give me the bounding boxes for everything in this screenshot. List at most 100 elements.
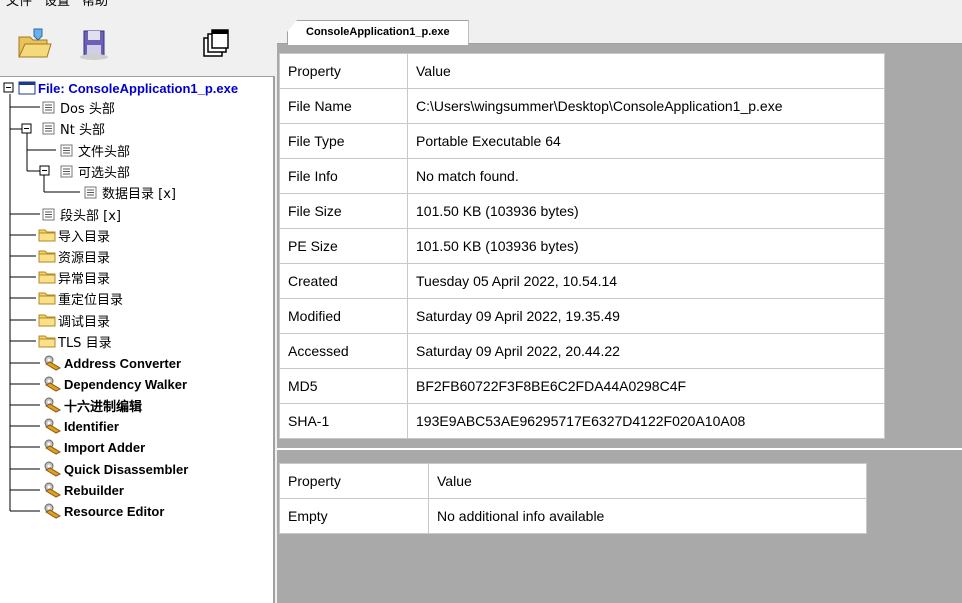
tab-file[interactable]: ConsoleApplication1_p.exe (287, 20, 469, 45)
table-row[interactable]: SHA-1 193E9ABC53AE96295717E6327D4122F020A… (279, 403, 885, 439)
value-cell: 193E9ABC53AE96295717E6327D4122F020A10A08 (407, 403, 885, 439)
table-header-row: Property Value (279, 463, 867, 499)
property-cell: PE Size (279, 228, 408, 264)
table-row[interactable]: File Info No match found. (279, 158, 885, 194)
table-row[interactable]: Accessed Saturday 09 April 2022, 20.44.22 (279, 333, 885, 369)
tab-strip: ConsoleApplication1_p.exe (277, 18, 962, 45)
value-cell: No match found. (407, 158, 885, 194)
folder-icon (38, 228, 56, 242)
menu-file[interactable]: 文件 (6, 0, 32, 11)
tree-item-label: Quick Disassembler (64, 461, 189, 477)
folder-icon (38, 313, 56, 327)
file-properties-table: Property Value File Name C:\Users\wingsum… (279, 53, 885, 439)
tree-item-label: Dependency Walker (64, 376, 188, 392)
property-cell: Empty (279, 498, 429, 534)
value-cell: Portable Executable 64 (407, 123, 885, 159)
tool-icon (42, 438, 62, 456)
save-disk-icon[interactable] (74, 24, 114, 64)
tree-item-debug-directory[interactable]: 调试目录 (38, 310, 110, 330)
tool-icon (42, 375, 62, 393)
table-row[interactable]: Created Tuesday 05 April 2022, 10.54.14 (279, 263, 885, 299)
tree-item-identifier[interactable]: Identifier (42, 416, 119, 436)
tree-item-dependency-walker[interactable]: Dependency Walker (42, 374, 187, 394)
tree-item-label: Rebuilder (64, 482, 124, 498)
tree-item-label: Identifier (64, 418, 119, 434)
table-row[interactable]: MD5 BF2FB60722F3F8BE6C2FDA44A0298C4F (279, 368, 885, 404)
table-row[interactable]: File Type Portable Executable 64 (279, 123, 885, 159)
tree-item-label: 十六进制编辑 (64, 398, 143, 414)
doc-icon (42, 101, 55, 114)
property-cell: File Type (279, 123, 408, 159)
tree-item-file-root[interactable]: File: ConsoleApplication1_p.exe (18, 78, 238, 98)
folder-icon (38, 270, 56, 284)
doc-icon (60, 165, 73, 178)
tree-item-nt-header[interactable]: Nt 头部 (42, 118, 105, 138)
tool-icon (42, 481, 62, 499)
column-header-property[interactable]: Property (279, 463, 429, 499)
table-row[interactable]: Empty No additional info available (279, 498, 867, 534)
window-icon (18, 81, 36, 95)
property-cell: Modified (279, 298, 408, 334)
tree-item-label: 导入目录 (58, 229, 111, 245)
table-row[interactable]: PE Size 101.50 KB (103936 bytes) (279, 228, 885, 264)
tree-item-resource-directory[interactable]: 资源目录 (38, 246, 110, 266)
tree-item-relocation-directory[interactable]: 重定位目录 (38, 288, 123, 308)
menu-help[interactable]: 帮助 (82, 0, 108, 11)
tree-item-dos-header[interactable]: Dos 头部 (42, 97, 115, 117)
table-row[interactable]: Modified Saturday 09 April 2022, 19.35.49 (279, 298, 885, 334)
property-cell: MD5 (279, 368, 408, 404)
tree-item-optional-header[interactable]: 可选头部 (60, 161, 130, 181)
tree-item-section-headers[interactable]: 段头部 [x] (42, 204, 121, 224)
tree-item-hex-editor[interactable]: 十六进制编辑 (42, 395, 142, 415)
tree-item-address-converter[interactable]: Address Converter (42, 353, 181, 373)
value-cell: BF2FB60722F3F8BE6C2FDA44A0298C4F (407, 368, 885, 404)
doc-icon (84, 186, 97, 199)
tree-item-label: Resource Editor (64, 503, 165, 519)
tree-item-rebuilder[interactable]: Rebuilder (42, 480, 124, 500)
property-cell: File Name (279, 88, 408, 124)
property-cell: Accessed (279, 333, 408, 369)
folder-icon (38, 334, 56, 348)
tree-item-resource-editor[interactable]: Resource Editor (42, 501, 164, 521)
table-row[interactable]: File Name C:\Users\wingsummer\Desktop\Con… (279, 88, 885, 124)
toolbar (0, 18, 275, 74)
value-cell: Saturday 09 April 2022, 20.44.22 (407, 333, 885, 369)
file-tree[interactable]: File: ConsoleApplication1_p.exe Dos 头部 N… (0, 76, 275, 603)
column-header-property[interactable]: Property (279, 53, 408, 89)
tree-item-exception-directory[interactable]: 异常目录 (38, 267, 110, 287)
value-cell: Tuesday 05 April 2022, 10.54.14 (407, 263, 885, 299)
tree-item-import-directory[interactable]: 导入目录 (38, 225, 110, 245)
tree-item-data-directories[interactable]: 数据目录 [x] (84, 182, 176, 202)
tree-item-label: Address Converter (64, 355, 182, 371)
value-cell: 101.50 KB (103936 bytes) (407, 193, 885, 229)
tree-item-label: 异常目录 (58, 271, 111, 287)
tree-item-tls-directory[interactable]: TLS 目录 (38, 331, 112, 351)
tree-item-label: 重定位目录 (58, 292, 124, 308)
tree-item-label: 段头部 [x] (60, 208, 121, 224)
tree-item-label: 资源目录 (58, 250, 111, 266)
tree-item-label: 调试目录 (58, 314, 111, 330)
tree-item-label: 文件头部 (78, 144, 131, 160)
doc-icon (42, 208, 55, 221)
tree-item-label: 数据目录 [x] (102, 186, 176, 202)
tool-icon (42, 354, 62, 372)
tree-item-label: File: ConsoleApplication1_p.exe (38, 80, 239, 96)
doc-icon (42, 122, 55, 135)
column-header-value[interactable]: Value (428, 463, 867, 499)
menu-settings[interactable]: 设置 (44, 0, 70, 11)
table-header-row: Property Value (279, 53, 885, 89)
folder-icon (38, 249, 56, 263)
table-row[interactable]: File Size 101.50 KB (103936 bytes) (279, 193, 885, 229)
value-cell: 101.50 KB (103936 bytes) (407, 228, 885, 264)
tree-item-quick-disassembler[interactable]: Quick Disassembler (42, 459, 188, 479)
windows-icon[interactable] (196, 24, 236, 64)
tree-item-file-header[interactable]: 文件头部 (60, 140, 130, 160)
tree-item-import-adder[interactable]: Import Adder (42, 437, 145, 457)
tool-icon (42, 417, 62, 435)
column-header-value[interactable]: Value (407, 53, 885, 89)
property-cell: File Info (279, 158, 408, 194)
content-panel: ConsoleApplication1_p.exe Property Value… (277, 18, 962, 603)
value-cell: Saturday 09 April 2022, 19.35.49 (407, 298, 885, 334)
tree-item-label: 可选头部 (78, 165, 131, 181)
open-folder-icon[interactable] (14, 24, 54, 64)
